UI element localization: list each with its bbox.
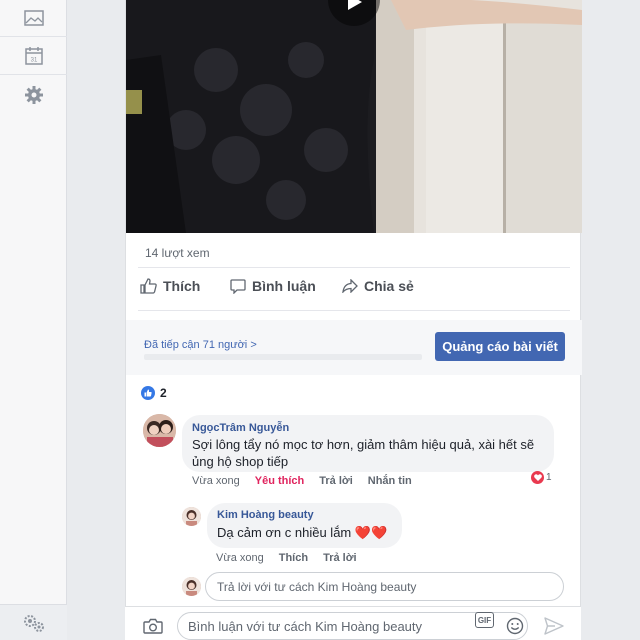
comment-reaction-chip[interactable]: 1 <box>531 471 552 484</box>
love-reaction-button[interactable]: Yêu thích <box>255 475 305 487</box>
heart-emoji: ❤️❤️ <box>354 525 388 540</box>
video-frame <box>126 0 582 233</box>
settings-button[interactable] <box>0 76 67 113</box>
calendar-icon: 31 <box>24 47 43 65</box>
reply-bubble: Kim Hoàng beauty Dạ cảm ơn c nhiều lắm ❤… <box>207 503 402 548</box>
comment-text-line: ủng hộ shop tiếp <box>192 454 289 469</box>
like-action-button[interactable]: Thích <box>140 278 200 294</box>
camera-icon[interactable] <box>143 618 163 634</box>
reply-author[interactable]: Kim Hoàng beauty <box>217 509 402 521</box>
reaction-count: 2 <box>160 386 167 400</box>
video-player[interactable] <box>126 0 582 233</box>
share-action-button[interactable]: Chia sẻ <box>342 278 414 294</box>
reaction-summary[interactable]: 2 <box>141 386 167 400</box>
reply-text: Dạ cảm ơn c nhiều lắm ❤️❤️ <box>217 524 402 541</box>
divider <box>138 310 570 311</box>
send-icon[interactable] <box>544 617 564 635</box>
emoji-icon[interactable] <box>506 617 524 635</box>
reach-progress-bar <box>144 354 422 360</box>
reach-text: Đã tiếp cận 71 người <box>144 339 248 351</box>
comment-reaction-count: 1 <box>546 472 552 483</box>
gif-button[interactable]: GIF <box>475 612 494 628</box>
settings-gears-icon <box>23 614 44 632</box>
reply-time: Vừa xong <box>216 552 264 564</box>
comment-composer: Bình luận với tư cách Kim Hoàng beauty G… <box>125 606 581 640</box>
reply-button[interactable]: Trả lời <box>319 475 353 487</box>
view-count: 14 lượt xem <box>145 246 210 260</box>
comment-action-label: Bình luận <box>252 278 316 294</box>
photos-button[interactable] <box>0 0 67 37</box>
page-settings-button[interactable] <box>0 604 67 640</box>
action-bar: Thích Bình luận Chia sẻ <box>140 278 570 298</box>
reply-to-reply-button[interactable]: Trả lời <box>323 552 357 564</box>
comment-icon <box>230 279 246 294</box>
comment-text-line: Sợi lông tẩy nó mọc tơ hơn, giảm thâm hi… <box>192 437 535 452</box>
chevron-right-icon: > <box>250 339 257 351</box>
svg-text:31: 31 <box>30 58 37 64</box>
like-reply-button[interactable]: Thích <box>279 552 308 564</box>
comment-author[interactable]: NgọcTrâm Nguyễn <box>192 422 554 434</box>
like-reaction-icon <box>141 386 155 400</box>
like-action-label: Thích <box>163 278 201 294</box>
comment-meta: Vừa xong Yêu thích Trả lời Nhắn tin <box>192 475 412 487</box>
comment-input-placeholder: Bình luận với tư cách Kim Hoàng beauty <box>188 619 423 634</box>
gear-icon <box>24 85 43 104</box>
promote-post-button[interactable]: Quảng cáo bài viết <box>435 332 565 361</box>
image-icon <box>23 10 44 26</box>
comment-bubble: NgọcTrâm Nguyễn Sợi lông tẩy nó mọc tơ h… <box>182 415 554 472</box>
avatar <box>182 577 201 596</box>
comment-time: Vừa xong <box>192 475 240 487</box>
reply-meta: Vừa xong Thích Trả lời <box>216 552 357 564</box>
heart-icon <box>531 471 544 484</box>
calendar-button[interactable]: 31 <box>0 38 67 75</box>
comment-action-button[interactable]: Bình luận <box>230 278 316 294</box>
left-rail: 31 <box>0 0 67 640</box>
reach-panel: Đã tiếp cận 71 người > Quảng cáo bài viế… <box>126 320 582 375</box>
avatar[interactable] <box>182 507 201 526</box>
reply-input-placeholder: Trả lời với tư cách Kim Hoàng beauty <box>217 580 417 594</box>
reply-text-body: Dạ cảm ơn c nhiều lắm <box>217 525 352 540</box>
reply-input[interactable]: Trả lời với tư cách Kim Hoàng beauty <box>205 572 564 601</box>
reach-link[interactable]: Đã tiếp cận 71 người > <box>144 339 257 351</box>
share-icon <box>342 279 358 293</box>
avatar[interactable] <box>143 414 176 447</box>
divider <box>138 267 570 268</box>
message-button[interactable]: Nhắn tin <box>368 475 412 487</box>
share-action-label: Chia sẻ <box>364 278 414 294</box>
thumbs-up-icon <box>140 278 157 294</box>
